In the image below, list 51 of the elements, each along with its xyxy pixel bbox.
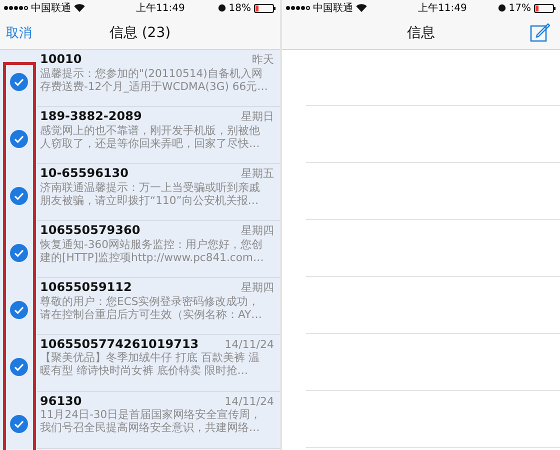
message-preview: 尊敬的用户：您ECS实例登录密码修改成功，请在控制台重启后方可生效（实例名称：AY… (40, 295, 263, 323)
battery-percent: 18% (228, 2, 251, 14)
sender-name: 106550579360 (40, 223, 140, 237)
status-time: 上午11:49 (418, 2, 467, 15)
checkbox[interactable] (10, 244, 28, 262)
message-row[interactable]: 106550579360 星期四 恢复通知-360网站服务监控：用户您好，您创建的[HTTP]监控项http://www.pc841.com… (0, 221, 280, 278)
message-date: 星期日 (241, 109, 274, 124)
message-date: 星期五 (241, 166, 274, 181)
message-row[interactable]: 10010 昨天 温馨提示：您参加的"(20110514)自备机入网存费送费-12个月_适用于WCDMA(3G) 66元… (0, 50, 280, 107)
sender-name: 189-3882-2089 (40, 109, 142, 123)
wifi-icon (356, 4, 367, 12)
wifi-icon (74, 4, 85, 12)
screen-title: 信息 (407, 24, 435, 42)
message-preview: 温馨提示：您参加的"(20110514)自备机入网存费送费-12个月_适用于WCDMA(3G) 66元… (40, 67, 269, 95)
sender-name: 1065505774261019713 (40, 337, 199, 351)
checkbox[interactable] (10, 414, 28, 432)
battery-icon (254, 4, 276, 12)
message-row[interactable]: 96130 14/11/24 11月24日-30日是首届国家网络安全宣传周，我们号召全民提高网络安全意识，共建网络… (0, 392, 280, 449)
checkbox[interactable] (10, 186, 28, 204)
message-row[interactable]: 10655059112 星期四 尊敬的用户：您ECS实例登录密码修改成功，请在控制台重启后方可生效（实例名称：AY… (0, 278, 280, 335)
carrier-name: 中国联通 (31, 2, 71, 15)
checkbox[interactable] (10, 300, 28, 318)
message-date: 昨天 (252, 52, 274, 67)
battery-icon (534, 4, 556, 12)
signal-icon (4, 6, 28, 10)
checkbox[interactable] (10, 130, 28, 148)
sender-name: 10010 (40, 52, 82, 66)
message-row[interactable]: 189-3882-2089 星期日 感觉网上的也不靠谱，刚开发手机版，别被他人窃取了，还是等你回来弄吧，回家了尽快… (0, 107, 280, 164)
screen-title: 信息 (23) (109, 24, 171, 42)
message-date: 星期四 (241, 223, 274, 238)
message-date: 14/11/24 (224, 395, 274, 408)
message-preview: 恢复通知-360网站服务监控：用户您好，您创建的[HTTP]监控项http://www.pc841.com… (40, 238, 265, 266)
carrier-name: 中国联通 (313, 2, 353, 15)
signal-icon (286, 6, 310, 10)
message-row[interactable]: 10-65596130 星期五 济南联通温馨提示：万一上当受骗或听到亲戚朋友被骗，请立即拨打“110”向公安机关报… (0, 164, 280, 221)
sender-name: 10655059112 (40, 280, 132, 294)
battery-percent: 17% (508, 2, 531, 14)
message-row[interactable]: 1065505774261019713 14/11/24 【聚美优品】冬季加绒牛仔 打底 百款美裤 温暖有型 缔诗快时尚女裤 底价特卖 限时抢… (0, 335, 280, 392)
compose-icon[interactable] (530, 22, 550, 42)
cancel-button[interactable]: 取消 (6, 24, 32, 42)
sender-name: 10-65596130 (40, 166, 128, 180)
message-date: 14/11/24 (224, 338, 274, 351)
sender-name: 96130 (40, 394, 82, 408)
checkbox[interactable] (10, 72, 28, 90)
status-time: 上午11:49 (136, 2, 185, 15)
message-preview: 11月24日-30日是首届国家网络安全宣传周，我们号召全民提高网络安全意识，共建网络… (40, 408, 262, 436)
message-preview: 【聚美优品】冬季加绒牛仔 打底 百款美裤 温暖有型 缔诗快时尚女裤 底价特卖 限时抢… (40, 351, 260, 379)
checkbox[interactable] (10, 358, 28, 376)
message-preview: 感觉网上的也不靠谱，刚开发手机版，别被他人窃取了，还是等你回来弄吧，回家了尽快… (40, 124, 261, 152)
message-date: 星期四 (241, 280, 274, 295)
message-preview: 济南联通温馨提示：万一上当受骗或听到亲戚朋友被骗，请立即拨打“110”向公安机关报… (40, 181, 261, 209)
